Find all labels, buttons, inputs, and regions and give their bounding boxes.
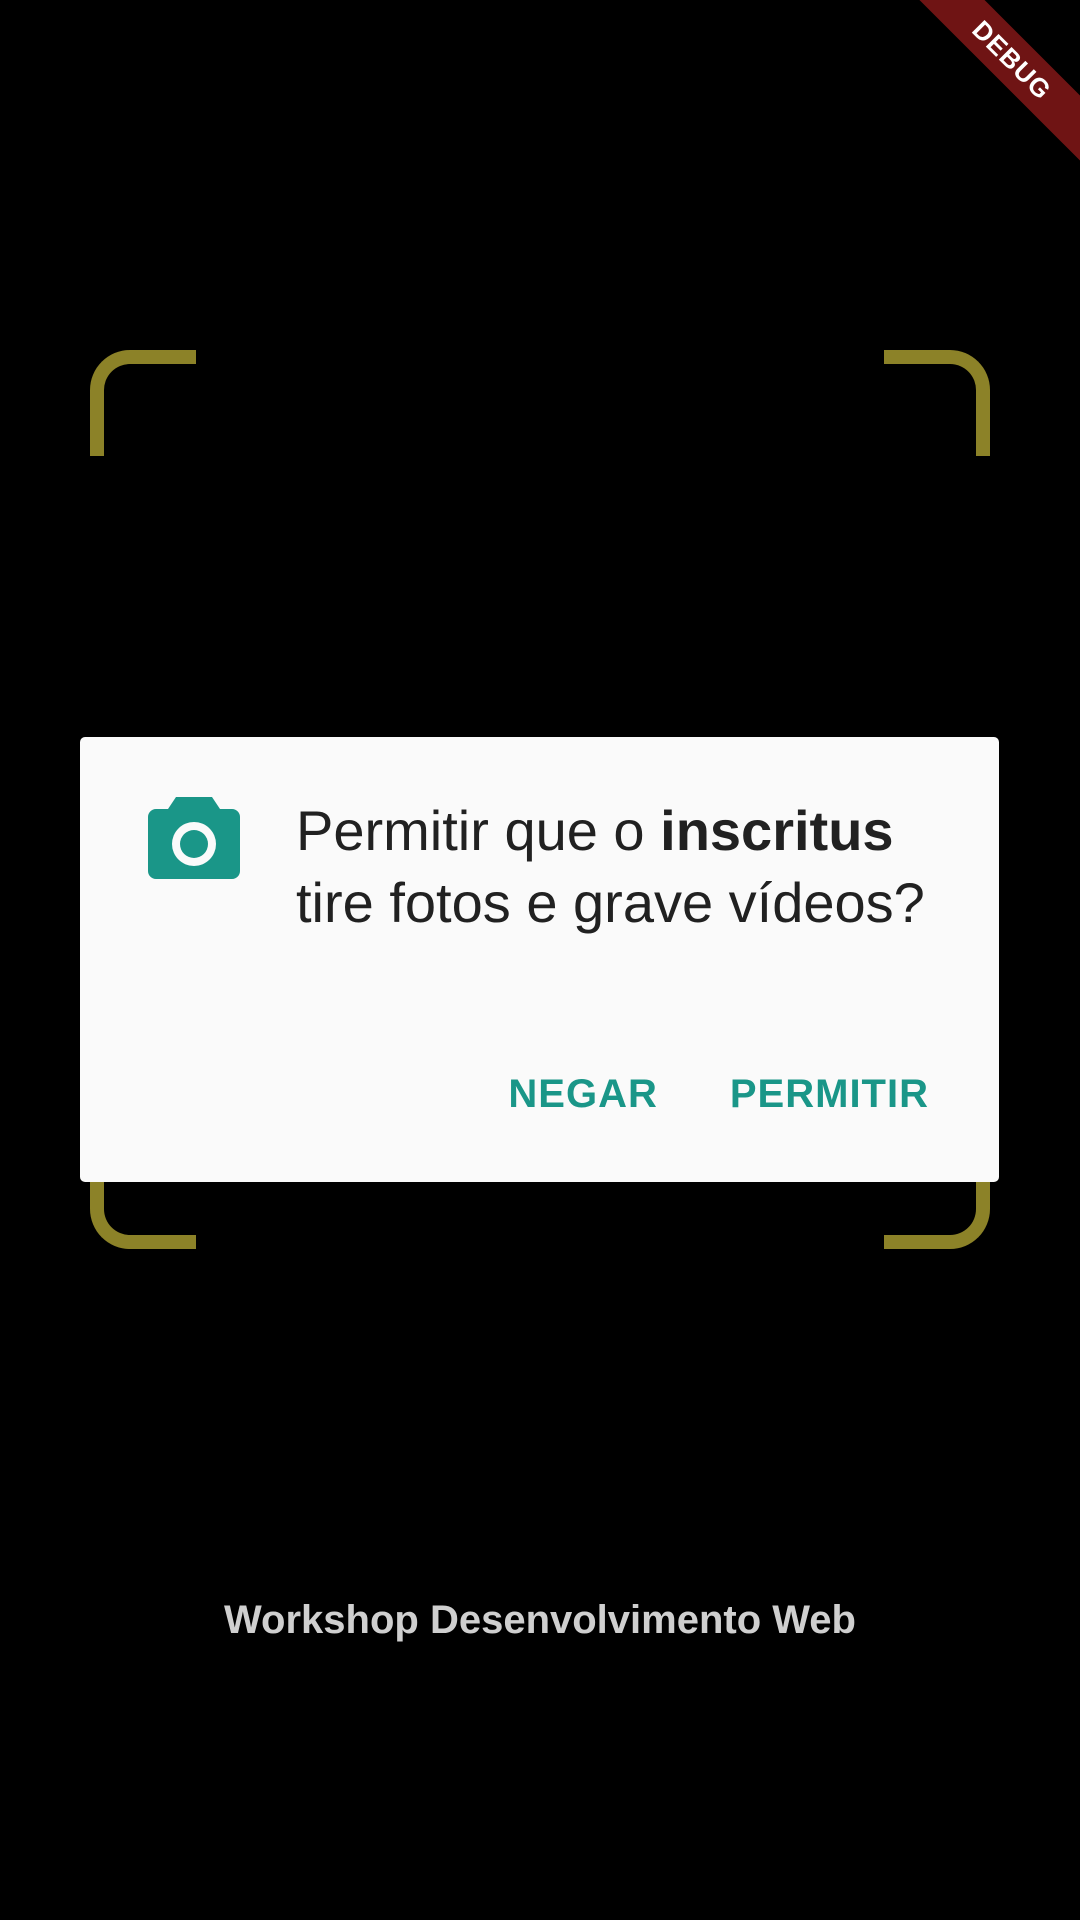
message-prefix: Permitir que o <box>296 799 661 862</box>
message-suffix: tire fotos e grave vídeos? <box>296 871 925 934</box>
permission-dialog: Permitir que o inscritus tire fotos e gr… <box>80 737 999 1182</box>
dialog-actions: NEGAR PERMITIR <box>508 1072 929 1117</box>
debug-label: DEBUG <box>910 0 1080 169</box>
deny-button[interactable]: NEGAR <box>508 1072 657 1117</box>
permission-message: Permitir que o inscritus tire fotos e gr… <box>296 795 956 939</box>
scanner-corner-top-right <box>884 350 990 456</box>
footer-title: Workshop Desenvolvimento Web <box>224 1598 856 1642</box>
debug-banner: DEBUG <box>910 0 1080 170</box>
allow-button[interactable]: PERMITIR <box>730 1072 929 1117</box>
app-name: inscritus <box>660 799 894 862</box>
camera-icon <box>148 797 240 879</box>
scanner-corner-top-left <box>90 350 196 456</box>
screen: DEBUG Permitir que o inscritus tire foto… <box>0 0 1080 1920</box>
